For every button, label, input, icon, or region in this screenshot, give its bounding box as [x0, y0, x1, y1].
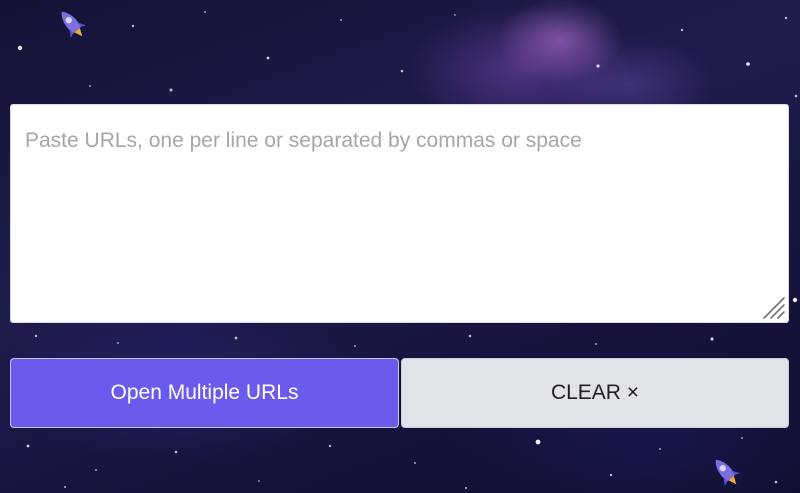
- rocket-icon: [715, 459, 741, 487]
- rocket-icon: [61, 11, 87, 39]
- open-multiple-urls-button[interactable]: Open Multiple URLs: [10, 358, 399, 428]
- url-input-textarea[interactable]: [10, 104, 789, 323]
- clear-button[interactable]: CLEAR ×: [401, 358, 789, 428]
- resize-grip-icon[interactable]: [760, 294, 786, 320]
